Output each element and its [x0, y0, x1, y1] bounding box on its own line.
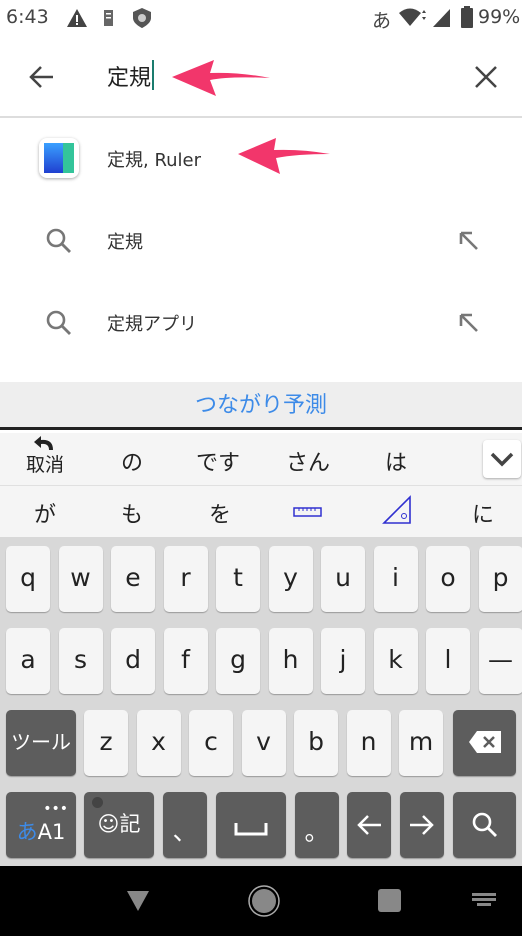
prediction-header[interactable]: つながり予測	[0, 382, 522, 430]
annotation-arrow	[238, 138, 330, 174]
warning-icon	[67, 9, 87, 27]
undo-button[interactable]: 取消	[15, 435, 75, 475]
key-b[interactable]: b	[294, 710, 338, 776]
key-s[interactable]: s	[58, 628, 103, 694]
key-r[interactable]: r	[163, 546, 208, 612]
candidate[interactable]: は	[366, 445, 426, 477]
suggestion-query[interactable]: 定規アプリ	[0, 282, 522, 364]
key-u[interactable]: u	[321, 546, 365, 612]
battery-percent: 99%	[478, 6, 521, 28]
cursor-right-key[interactable]	[400, 792, 444, 858]
mode-hiragana: あ	[16, 820, 38, 844]
key-y[interactable]: y	[268, 546, 313, 612]
chevron-down-icon	[490, 452, 514, 467]
comma-key[interactable]: 、	[163, 792, 207, 858]
key-w[interactable]: w	[58, 546, 103, 612]
more-icon: •••	[43, 801, 68, 817]
candidate[interactable]: さん	[278, 445, 338, 477]
shield-icon	[133, 8, 151, 28]
input-mode-key[interactable]: ••• あA1	[6, 792, 76, 858]
ruler-app-icon	[39, 138, 79, 178]
search-icon	[46, 228, 71, 253]
search-icon	[46, 310, 71, 335]
key-k[interactable]: k	[373, 628, 418, 694]
key-v[interactable]: v	[241, 710, 286, 776]
wifi-icon	[399, 8, 426, 26]
keyboard-switch-icon[interactable]	[472, 893, 496, 907]
ime-indicator: あ	[372, 10, 392, 32]
key-d[interactable]: d	[111, 628, 155, 694]
status-time: 6:43	[6, 6, 49, 28]
key-i[interactable]: i	[373, 546, 418, 612]
search-input[interactable]: 定規	[107, 60, 155, 91]
key-f[interactable]: f	[163, 628, 208, 694]
key-dash[interactable]: —	[478, 628, 522, 694]
key-q[interactable]: q	[6, 546, 50, 612]
space-icon	[234, 823, 268, 836]
key-j[interactable]: j	[321, 628, 365, 694]
key-z[interactable]: z	[84, 710, 128, 776]
status-bar: 6:43 あ 99%	[0, 0, 522, 36]
undo-label: 取消	[25, 454, 64, 476]
search-key[interactable]	[453, 792, 516, 858]
ruler-emoji-candidate[interactable]	[293, 505, 323, 519]
key-a[interactable]: a	[6, 628, 50, 694]
candidate[interactable]: の	[102, 445, 162, 477]
tool-key[interactable]: ツール	[6, 710, 76, 776]
key-o[interactable]: o	[426, 546, 470, 612]
arrow-up-left-icon[interactable]	[458, 312, 480, 334]
back-nav-icon[interactable]	[126, 890, 150, 912]
home-nav-icon[interactable]	[247, 884, 281, 918]
key-c[interactable]: c	[189, 710, 233, 776]
signal-icon	[433, 9, 450, 27]
search-icon	[472, 812, 497, 837]
space-key[interactable]	[216, 792, 286, 858]
key-m[interactable]: m	[399, 710, 443, 776]
key-e[interactable]: e	[111, 546, 155, 612]
annotation-arrow	[172, 60, 270, 96]
arrow-right-icon	[410, 815, 434, 835]
recents-nav-icon[interactable]	[378, 889, 401, 912]
backspace-icon	[468, 731, 501, 753]
candidate[interactable]: です	[188, 445, 248, 477]
key-t[interactable]: t	[216, 546, 260, 612]
undo-icon	[34, 436, 53, 450]
indicator-dot	[92, 797, 103, 808]
key-p[interactable]: p	[478, 546, 522, 612]
suggestion-label: 定規, Ruler	[107, 150, 202, 171]
suggestion-query[interactable]: 定規	[0, 200, 522, 282]
expand-candidates-button[interactable]	[483, 440, 521, 478]
triangle-ruler-emoji-candidate[interactable]	[382, 495, 412, 525]
candidate[interactable]: も	[102, 497, 162, 529]
period-key[interactable]: 。	[295, 792, 339, 858]
keyboard: q w e r t y u i o p a s d f g h j k l — ツール z x c v b n m ••• あA1 ☺記、。	[0, 537, 522, 866]
key-g[interactable]: g	[216, 628, 260, 694]
arrow-left-icon[interactable]	[28, 63, 56, 91]
candidate[interactable]: に	[453, 497, 513, 529]
arrow-left-icon	[357, 815, 381, 835]
suggestion-label: 定規アプリ	[107, 314, 197, 335]
key-l[interactable]: l	[426, 628, 470, 694]
candidate[interactable]: が	[15, 497, 75, 529]
navigation-bar	[0, 866, 522, 936]
search-bar: 定規	[0, 36, 522, 118]
candidate[interactable]: を	[190, 497, 250, 529]
suggestion-label: 定規	[107, 232, 143, 253]
key-n[interactable]: n	[346, 710, 391, 776]
backspace-key[interactable]	[453, 710, 516, 776]
arrow-up-left-icon[interactable]	[458, 230, 480, 252]
key-h[interactable]: h	[268, 628, 313, 694]
notification-icon	[104, 10, 113, 26]
key-x[interactable]: x	[136, 710, 181, 776]
close-icon[interactable]	[474, 65, 498, 89]
cursor-left-key[interactable]	[347, 792, 391, 858]
candidate-bar: 取消 の です さん は が も を に	[0, 433, 522, 537]
battery-icon	[461, 6, 473, 28]
suggestion-app[interactable]: 定規, Ruler	[0, 118, 522, 200]
